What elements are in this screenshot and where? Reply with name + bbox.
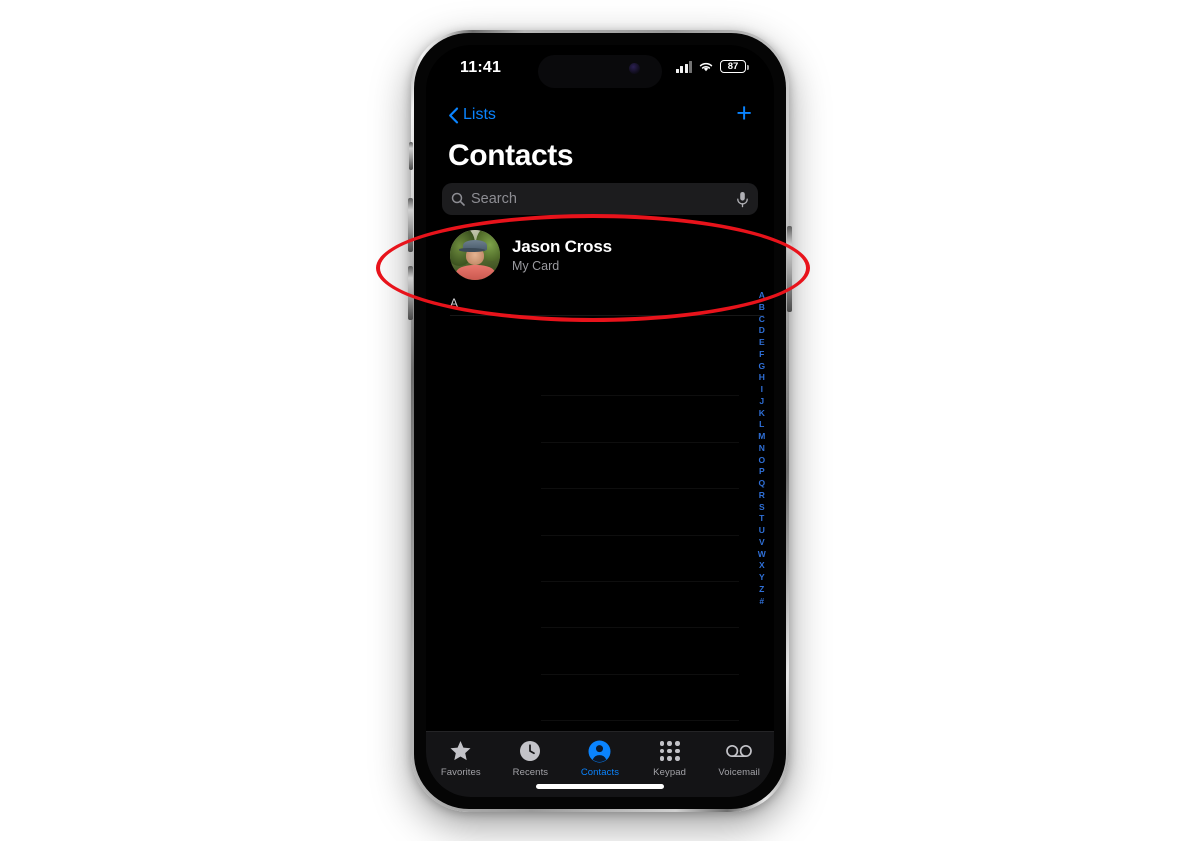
search-section: Search [426,183,774,224]
table-row[interactable] [541,628,739,675]
index-letter[interactable]: E [759,337,765,349]
clock-icon [519,739,541,763]
index-letter[interactable]: H [759,372,765,384]
table-row[interactable] [541,396,739,443]
device-screen: 11:41 87 Lists + Contacts Search Jason C… [426,45,774,797]
back-to-lists-button[interactable]: Lists [448,106,496,124]
tab-label: Voicemail [718,767,760,778]
voicemail-icon [726,739,753,763]
index-letter[interactable]: J [759,396,764,408]
alphabet-index[interactable]: A B C D E F G H I J K L M N O P Q R S T U V W X Y Z # [758,290,766,607]
index-letter[interactable]: R [759,490,765,502]
index-letter[interactable]: O [758,455,765,467]
search-input[interactable]: Search [442,183,758,215]
power-button[interactable] [787,226,792,312]
table-row[interactable] [541,443,739,490]
index-letter[interactable]: # [759,596,764,608]
index-letter[interactable]: G [758,361,765,373]
tab-label: Favorites [440,767,481,778]
index-letter[interactable]: Q [758,478,765,490]
section-header-a: A [450,296,459,310]
status-bar: 11:41 87 [426,45,774,97]
index-letter[interactable]: C [759,314,765,326]
iphone-device-mockup: 11:41 87 Lists + Contacts Search Jason C… [408,30,792,812]
table-row[interactable] [541,489,739,536]
person-circle-icon [588,739,611,763]
index-letter[interactable]: P [759,466,765,478]
volume-up-button[interactable] [408,198,413,252]
star-icon [449,739,472,763]
index-letter[interactable]: Y [759,572,765,584]
index-letter[interactable]: U [759,525,765,537]
my-card-name: Jason Cross [512,237,612,256]
tab-contacts[interactable]: Contacts [565,739,635,778]
search-placeholder-text: Search [471,191,517,207]
front-camera-icon [629,63,640,74]
battery-indicator: 87 [720,60,749,73]
tab-label: Keypad [653,767,686,778]
wifi-icon [699,62,713,71]
avatar [450,230,500,280]
contact-list[interactable]: A A B C D E F G H I J K L M N O P Q R S T U V W X Y Z # [426,290,774,731]
index-letter[interactable]: V [759,537,765,549]
table-row[interactable] [541,582,739,629]
volume-down-button[interactable] [408,266,413,320]
tab-voicemail[interactable]: Voicemail [704,739,774,778]
my-card-row[interactable]: Jason Cross My Card [426,224,774,290]
home-indicator[interactable] [536,784,664,789]
magnifier-icon [451,192,465,206]
index-letter[interactable]: A [759,290,765,302]
tab-recents[interactable]: Recents [496,739,566,778]
tab-keypad[interactable]: Keypad [635,739,705,778]
table-row[interactable] [541,350,739,397]
index-letter[interactable]: I [761,384,764,396]
table-row[interactable] [541,721,739,731]
tab-favorites[interactable]: Favorites [426,739,496,778]
back-button-label: Lists [463,106,496,123]
device-bezel: 11:41 87 Lists + Contacts Search Jason C… [414,33,786,809]
navigation-bar: Lists + [426,97,774,133]
table-row[interactable] [541,675,739,722]
index-letter[interactable]: W [758,549,766,561]
tab-label: Contacts [580,767,620,778]
index-letter[interactable]: L [759,419,764,431]
status-bar-indicators: 87 [675,60,749,73]
chevron-left-icon [449,107,459,123]
cellular-bars-icon [675,60,692,73]
battery-percentage: 87 [727,60,739,72]
silent-switch-button[interactable] [409,142,413,170]
device-frame: 11:41 87 Lists + Contacts Search Jason C… [408,30,792,812]
page-title: Contacts [448,139,574,172]
index-letter[interactable]: Z [759,584,764,596]
index-letter[interactable]: D [759,325,765,337]
dynamic-island [538,55,662,88]
microphone-icon[interactable] [736,191,749,208]
my-card-text: Jason Cross My Card [512,237,612,273]
index-letter[interactable]: B [759,302,765,314]
contact-rows [541,350,739,731]
add-contact-button[interactable]: + [736,100,752,130]
my-card-subtitle: My Card [512,259,560,273]
table-row[interactable] [541,536,739,582]
section-divider [450,315,764,316]
index-letter[interactable]: X [759,560,765,572]
tab-label: Recents [512,767,549,778]
index-letter[interactable]: S [759,502,765,514]
index-letter[interactable]: M [758,431,765,443]
index-letter[interactable]: T [759,513,764,525]
status-bar-clock: 11:41 [460,59,502,76]
index-letter[interactable]: F [759,349,764,361]
index-letter[interactable]: K [759,408,765,420]
index-letter[interactable]: N [759,443,765,455]
keypad-grid-icon [659,739,680,763]
